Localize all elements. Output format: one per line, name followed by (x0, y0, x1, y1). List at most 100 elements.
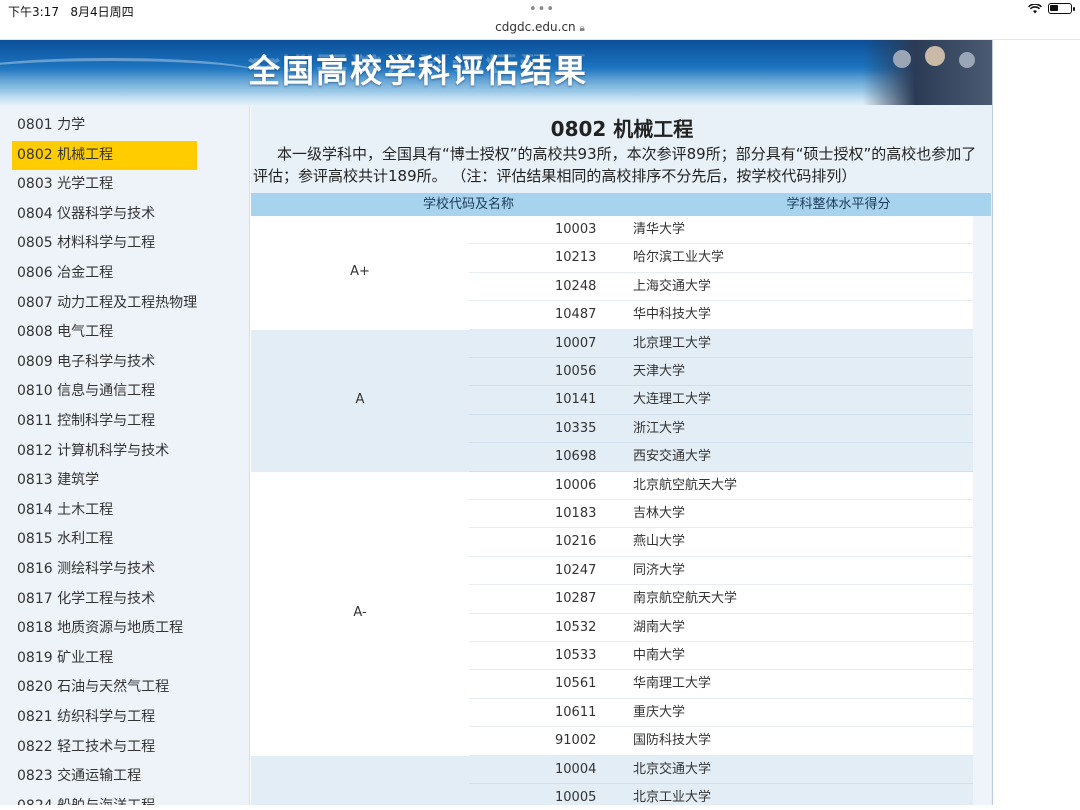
sidebar-item[interactable]: 0815 水利工程 (12, 525, 197, 554)
sidebar-item[interactable]: 0802 机械工程 (12, 140, 197, 170)
sidebar-item[interactable]: 0822 轻工技术与工程 (12, 733, 197, 762)
status-bar: 下午3:17 8月4日周四 ••• cdgdc.edu.cn 🔒︎ (0, 0, 1080, 40)
sidebar-item[interactable]: 0805 材料科学与工程 (12, 229, 197, 258)
school-name: 北京航空航天大学 (633, 477, 738, 493)
sidebar-item[interactable]: 0817 化学工程与技术 (12, 585, 197, 614)
column-header-school: 学校代码及名称 (422, 197, 514, 212)
school-code: 10532 (555, 619, 597, 635)
school-name: 大连理工大学 (633, 392, 712, 408)
table-row: 10216 燕山大学 (469, 528, 973, 557)
table-row: 10247 同济大学 (469, 557, 973, 586)
tab-dots-icon[interactable]: ••• (529, 2, 555, 17)
school-code: 10141 (555, 392, 597, 408)
sidebar-item[interactable]: 0824 船舶与海洋工程 (12, 792, 197, 805)
address-bar[interactable]: cdgdc.edu.cn 🔒︎ (0, 20, 1080, 34)
url-text: cdgdc.edu.cn (495, 20, 576, 34)
table-row: 10213 哈尔滨工业大学 (469, 244, 973, 273)
grade-group: A+ 10003 清华大学 10213 哈尔滨工业大学 10248 上海交通大学 10487 华… (251, 216, 973, 330)
school-code: 10056 (555, 363, 597, 379)
status-indicators (1028, 3, 1075, 14)
page-title: 0802 机械工程 (550, 117, 694, 141)
results-panel: 0802 机械工程 本一级学科中，全国具有“博士授权”的高校共93所，本次参评8… (251, 105, 992, 805)
school-code: 10183 (555, 505, 597, 521)
table-row: 10335 浙江大学 (469, 415, 973, 444)
school-code: 10005 (555, 789, 597, 805)
school-code: 10213 (555, 250, 597, 266)
sidebar-item[interactable]: 0803 光学工程 (12, 170, 197, 199)
school-code: 10216 (555, 534, 597, 550)
table-row: 10561 华南理工大学 (469, 670, 973, 699)
sidebar-item[interactable]: 0818 地质资源与地质工程 (12, 614, 197, 643)
sidebar-item[interactable]: 0821 纺织科学与工程 (12, 703, 197, 732)
sidebar-item[interactable]: 0820 石油与天然气工程 (12, 673, 197, 702)
school-name: 北京交通大学 (633, 761, 712, 777)
sidebar-item[interactable]: 0808 电气工程 (12, 318, 197, 347)
school-code: 10003 (555, 222, 597, 237)
school-code: 10611 (555, 704, 597, 720)
sidebar-item[interactable]: 0809 电子科学与技术 (12, 348, 197, 377)
school-code: 91002 (555, 733, 597, 749)
sidebar-item[interactable]: 0816 测绘科学与技术 (12, 555, 197, 584)
school-code: 10487 (555, 307, 597, 323)
table-row: 10487 华中科技大学 (469, 301, 973, 330)
school-name: 同济大学 (633, 562, 686, 578)
grade-group: 10004 北京交通大学 10005 北京工业大学 (251, 755, 973, 805)
table-row: 10003 清华大学 (469, 216, 973, 245)
sidebar-item[interactable]: 0810 信息与通信工程 (12, 377, 197, 406)
school-code: 10247 (555, 562, 597, 578)
sidebar-item[interactable]: 0807 动力工程及工程热物理 (12, 289, 197, 318)
school-name: 燕山大学 (633, 534, 686, 550)
sidebar-item[interactable]: 0814 土木工程 (12, 496, 197, 525)
school-code: 10698 (555, 449, 597, 465)
school-code: 10004 (555, 761, 597, 777)
school-code: 10006 (555, 477, 597, 493)
school-name: 浙江大学 (633, 420, 686, 436)
sidebar-item[interactable]: 0819 矿业工程 (12, 644, 197, 673)
grade-group: A 10007 北京理工大学 10056 天津大学 10141 大连理工大学 10335 浙江大… (251, 329, 973, 472)
lock-icon: 🔒︎ (579, 23, 585, 34)
grade-group: A- 10006 北京航空航天大学 10183 吉林大学 10216 燕山大学 10247 同济… (251, 471, 973, 756)
table-row: 10005 北京工业大学 (469, 784, 973, 805)
school-name: 南京航空航天大学 (633, 591, 738, 607)
school-name: 北京工业大学 (633, 789, 712, 805)
wifi-icon (1028, 3, 1042, 14)
table-header: 学校代码及名称 学科整体水平得分 (251, 193, 991, 216)
sidebar-item[interactable]: 0811 控制科学与工程 (12, 407, 197, 436)
school-name: 北京理工大学 (633, 335, 712, 351)
sidebar-item[interactable]: 0806 冶金工程 (12, 259, 197, 288)
school-code: 10533 (555, 647, 597, 663)
school-name: 吉林大学 (633, 505, 686, 521)
grade-label: A+ (350, 263, 370, 279)
grade-label: A- (353, 604, 367, 620)
table-row: 91002 国防科技大学 (469, 727, 973, 756)
school-name: 国防科技大学 (633, 733, 712, 749)
school-name: 华中科技大学 (633, 307, 712, 323)
discipline-sidebar: 0801 力学 0802 机械工程 0803 光学工程 0804 仪器科学与技术 080… (0, 105, 250, 805)
status-time: 下午3:17 8月4日周四 (8, 5, 134, 19)
sidebar-item[interactable]: 0804 仪器科学与技术 (12, 200, 197, 229)
sidebar-item[interactable]: 0813 建筑学 (12, 466, 197, 495)
column-header-score: 学科整体水平得分 (786, 197, 891, 212)
school-code: 10287 (555, 591, 597, 607)
status-date: 8月4日周四 (70, 5, 134, 19)
table-row: 10611 重庆大学 (469, 699, 973, 728)
web-page: 全国高校学科评估结果 全国高校学科评估结果 0801 力学 0802 机械工程 08… (0, 40, 993, 805)
table-row: 10533 中南大学 (469, 642, 973, 671)
table-row: 10248 上海交通大学 (469, 273, 973, 302)
table-row: 10183 吉林大学 (469, 500, 973, 529)
school-name: 清华大学 (633, 222, 686, 237)
sidebar-item[interactable]: 0823 交通运输工程 (12, 762, 197, 791)
table-row: 10141 大连理工大学 (469, 386, 973, 415)
table-row: 10532 湖南大学 (469, 614, 973, 642)
table-row: 10004 北京交通大学 (469, 756, 973, 784)
school-code: 10007 (555, 335, 597, 351)
school-code: 10248 (555, 278, 597, 294)
school-name: 天津大学 (633, 363, 686, 379)
school-name: 西安交通大学 (633, 449, 712, 465)
grade-label: A (355, 391, 365, 407)
intro-text: 本一级学科中，全国具有“博士授权”的高校共93所，本次参评89所；部分具有“硕士… (253, 145, 977, 185)
sidebar-item[interactable]: 0812 计算机科学与技术 (12, 437, 197, 466)
school-name: 华南理工大学 (633, 676, 712, 692)
school-name: 重庆大学 (633, 704, 686, 720)
sidebar-item[interactable]: 0801 力学 (12, 111, 197, 140)
